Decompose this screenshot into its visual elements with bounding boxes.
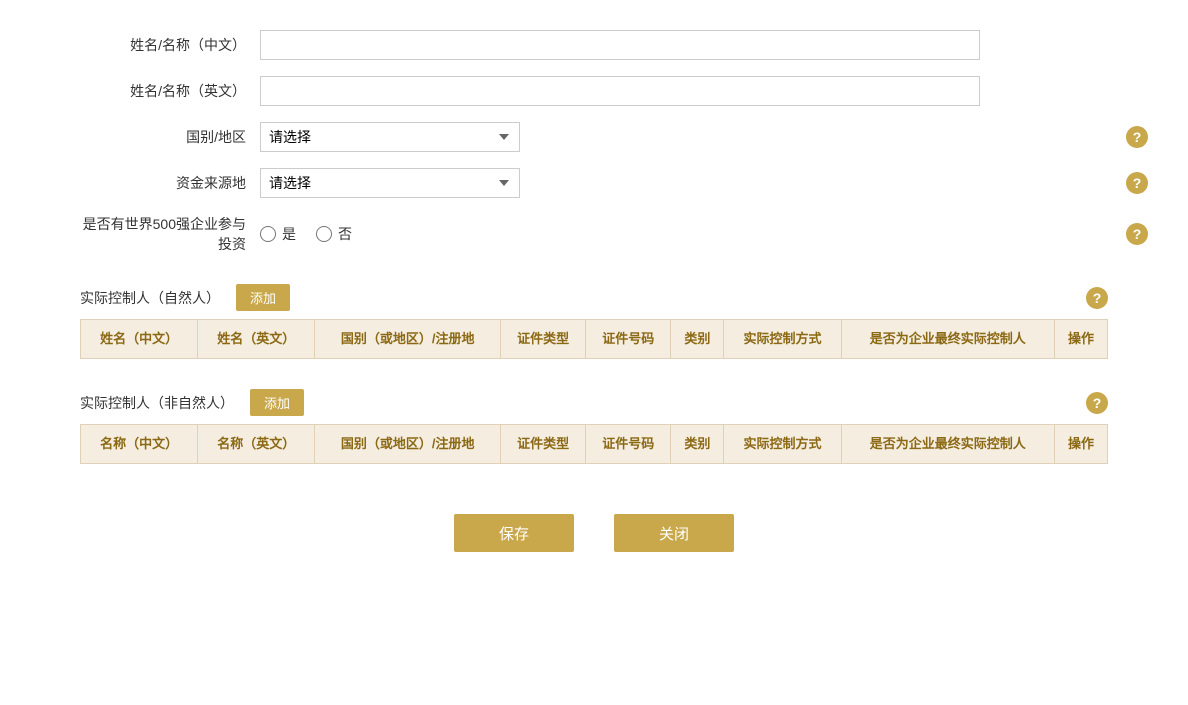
non-natural-person-header-row: 名称（中文） 名称（英文） 国别（或地区）/注册地 证件类型 证件号码 类别 实…: [81, 425, 1108, 464]
fund-source-help-icon[interactable]: ?: [1126, 172, 1148, 194]
bottom-actions: 保存 关闭: [80, 504, 1108, 552]
fund-source-select[interactable]: 请选择: [260, 168, 520, 198]
fortune500-no-radio[interactable]: [316, 226, 332, 242]
natural-person-col-is-ultimate: 是否为企业最终实际控制人: [841, 320, 1054, 359]
natural-person-section: 实际控制人（自然人） 添加 ? 姓名（中文） 姓名（英文） 国别（或地区）/注册…: [80, 274, 1108, 359]
non-natural-person-col-is-ultimate: 是否为企业最终实际控制人: [841, 425, 1054, 464]
name-cn-row: 姓名/名称（中文）: [80, 30, 1108, 60]
name-en-label: 姓名/名称（英文）: [80, 81, 260, 101]
natural-person-table: 姓名（中文） 姓名（英文） 国别（或地区）/注册地 证件类型 证件号码 类别 实…: [80, 319, 1108, 359]
fortune500-yes-label: 是: [282, 224, 296, 244]
name-cn-input[interactable]: [260, 30, 980, 60]
natural-person-title: 实际控制人（自然人）: [80, 288, 220, 308]
non-natural-person-col-cert-no: 证件号码: [586, 425, 671, 464]
fund-source-row: 资金来源地 请选择 ?: [80, 168, 1108, 198]
fortune500-row: 是否有世界500强企业参与投资 是 否 ?: [80, 214, 1108, 254]
name-cn-label: 姓名/名称（中文）: [80, 35, 260, 55]
natural-person-col-country: 国别（或地区）/注册地: [315, 320, 501, 359]
fortune500-no-option[interactable]: 否: [316, 224, 352, 244]
fortune500-no-label: 否: [338, 224, 352, 244]
natural-person-col-control-method: 实际控制方式: [724, 320, 841, 359]
natural-person-col-name-en: 姓名（英文）: [198, 320, 315, 359]
non-natural-person-title: 实际控制人（非自然人）: [80, 393, 234, 413]
non-natural-person-table: 名称（中文） 名称（英文） 国别（或地区）/注册地 证件类型 证件号码 类别 实…: [80, 424, 1108, 464]
natural-person-col-operation: 操作: [1054, 320, 1107, 359]
name-en-input[interactable]: [260, 76, 980, 106]
natural-person-header-row: 姓名（中文） 姓名（英文） 国别（或地区）/注册地 证件类型 证件号码 类别 实…: [81, 320, 1108, 359]
fund-source-label: 资金来源地: [80, 173, 260, 193]
natural-person-col-category: 类别: [671, 320, 724, 359]
non-natural-person-col-name-cn: 名称（中文）: [81, 425, 198, 464]
natural-person-col-cert-no: 证件号码: [586, 320, 671, 359]
natural-person-col-cert-type: 证件类型: [501, 320, 586, 359]
non-natural-person-header: 实际控制人（非自然人） 添加 ?: [80, 379, 1108, 424]
save-button[interactable]: 保存: [454, 514, 574, 552]
country-select[interactable]: 请选择: [260, 122, 520, 152]
non-natural-person-section: 实际控制人（非自然人） 添加 ? 名称（中文） 名称（英文） 国别（或地区）/注…: [80, 379, 1108, 464]
close-button[interactable]: 关闭: [614, 514, 734, 552]
non-natural-person-col-cert-type: 证件类型: [501, 425, 586, 464]
page-container: 姓名/名称（中文） 姓名/名称（英文） 国别/地区 请选择 ? 资金来源地 请选…: [0, 0, 1188, 705]
non-natural-person-col-control-method: 实际控制方式: [724, 425, 841, 464]
natural-person-col-name-cn: 姓名（中文）: [81, 320, 198, 359]
fortune500-yes-option[interactable]: 是: [260, 224, 296, 244]
non-natural-person-col-name-en: 名称（英文）: [198, 425, 315, 464]
non-natural-person-add-btn[interactable]: 添加: [250, 389, 304, 416]
non-natural-person-col-country: 国别（或地区）/注册地: [315, 425, 501, 464]
country-row: 国别/地区 请选择 ?: [80, 122, 1108, 152]
non-natural-person-col-operation: 操作: [1054, 425, 1107, 464]
country-help-icon[interactable]: ?: [1126, 126, 1148, 148]
form-section: 姓名/名称（中文） 姓名/名称（英文） 国别/地区 请选择 ? 资金来源地 请选…: [80, 30, 1108, 254]
non-natural-person-help-icon[interactable]: ?: [1086, 392, 1108, 414]
fortune500-help-icon[interactable]: ?: [1126, 223, 1148, 245]
natural-person-add-btn[interactable]: 添加: [236, 284, 290, 311]
fortune500-yes-radio[interactable]: [260, 226, 276, 242]
fortune500-radio-group: 是 否: [260, 224, 352, 244]
natural-person-help-icon[interactable]: ?: [1086, 287, 1108, 309]
country-label: 国别/地区: [80, 127, 260, 147]
fortune500-label: 是否有世界500强企业参与投资: [80, 214, 260, 254]
non-natural-person-col-category: 类别: [671, 425, 724, 464]
name-en-row: 姓名/名称（英文）: [80, 76, 1108, 106]
natural-person-header: 实际控制人（自然人） 添加 ?: [80, 274, 1108, 319]
